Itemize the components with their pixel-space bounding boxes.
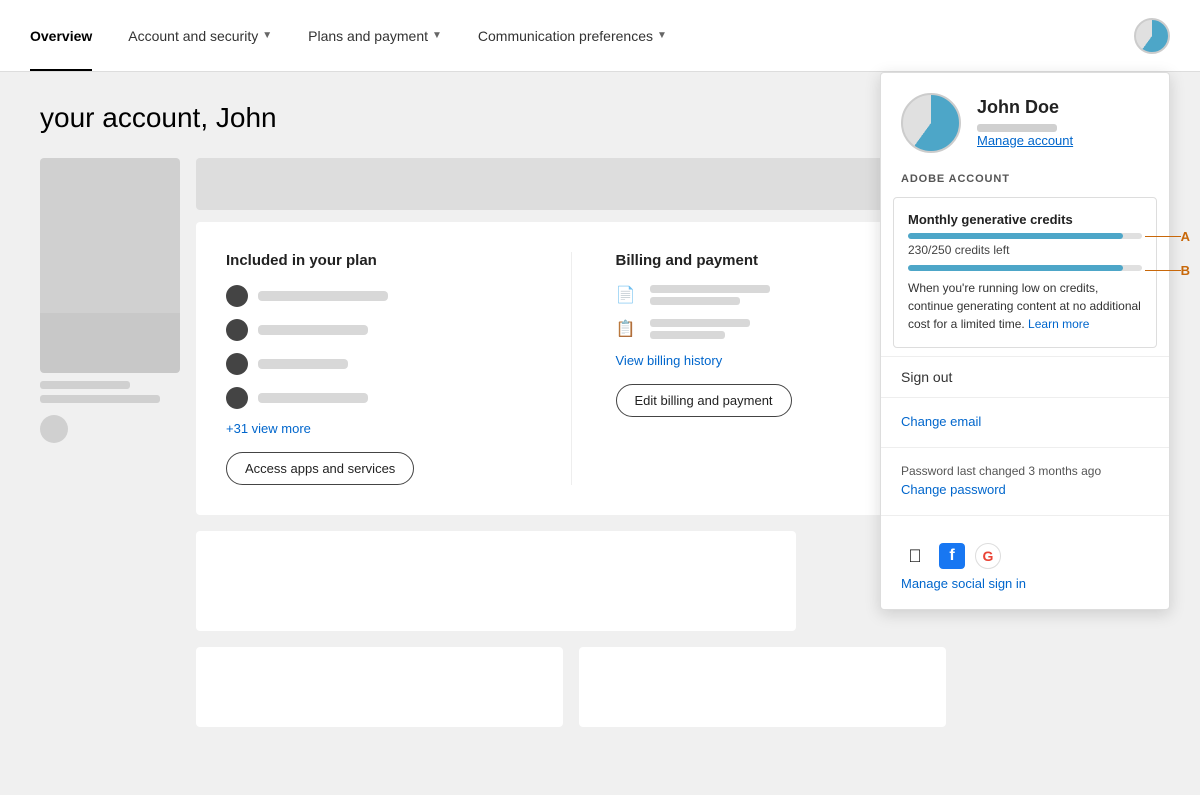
credits-bar-section-b: 230/250 credits left B — [908, 243, 1142, 271]
sign-out-row[interactable]: Sign out — [881, 356, 1169, 397]
bottom-section-2 — [579, 647, 946, 727]
annotation-a-line — [1145, 236, 1181, 237]
google-icon: G — [975, 543, 1001, 569]
plan-dot-3 — [226, 353, 248, 375]
credits-card: Monthly generative credits A 230/250 cre… — [893, 197, 1157, 348]
view-more-link[interactable]: +31 view more — [226, 421, 527, 436]
annotation-b-label: B — [1181, 263, 1190, 278]
side-bar-2 — [40, 395, 160, 403]
nav-plans[interactable]: Plans and payment ▼ — [290, 0, 460, 71]
plan-bar-1 — [258, 291, 388, 301]
credits-bar-section-a: A — [908, 233, 1142, 239]
included-btn-row: Access apps and services — [226, 452, 527, 485]
annotation-b-group: B — [1145, 263, 1190, 278]
side-column — [40, 158, 180, 727]
plan-bar-3 — [258, 359, 348, 369]
nav-account-label: Account and security — [128, 28, 258, 44]
plan-dot-4 — [226, 387, 248, 409]
billing-bar-1a — [650, 285, 770, 293]
panel-avatar — [901, 93, 961, 153]
account-chevron-icon: ▼ — [262, 30, 272, 41]
side-bars — [40, 381, 180, 403]
manage-account-link[interactable]: Manage account — [977, 133, 1073, 148]
billing-icon-1: 📄 — [616, 285, 640, 305]
billing-title: Billing and payment — [616, 252, 917, 269]
nav-account[interactable]: Account and security ▼ — [110, 0, 290, 71]
annotation-a-label: A — [1181, 229, 1190, 244]
nav-overview-label: Overview — [30, 28, 92, 44]
billing-lines-2 — [650, 319, 750, 339]
side-bar-1 — [40, 381, 130, 389]
plan-dot-1 — [226, 285, 248, 307]
credits-title: Monthly generative credits — [908, 212, 1142, 227]
panel-name-bar — [977, 124, 1057, 132]
top-navigation: Overview Account and security ▼ Plans an… — [0, 0, 1200, 72]
billing-item-1: 📄 — [616, 285, 917, 305]
nav-comms-label: Communication preferences — [478, 28, 653, 44]
credits-desc: When you're running low on credits, cont… — [908, 279, 1142, 333]
included-section: Included in your plan — [226, 252, 527, 485]
credits-bar-fill-a — [908, 233, 1123, 239]
access-apps-button[interactable]: Access apps and services — [226, 452, 414, 485]
plan-dot-2 — [226, 319, 248, 341]
billing-bar-2b — [650, 331, 725, 339]
comms-chevron-icon: ▼ — [657, 30, 667, 41]
user-dropdown-panel: John Doe Manage account ADOBE ACCOUNT Mo… — [880, 72, 1170, 610]
plan-item-1 — [226, 285, 527, 307]
plan-item-4 — [226, 387, 527, 409]
included-title: Included in your plan — [226, 252, 527, 269]
panel-user-info: John Doe Manage account — [977, 97, 1073, 150]
sign-out-label: Sign out — [901, 369, 952, 385]
apple-icon:  — [901, 542, 929, 570]
panel-header: John Doe Manage account — [881, 73, 1169, 165]
credits-learn-more[interactable]: Learn more — [1028, 317, 1089, 331]
credits-bar-container-a — [908, 233, 1142, 239]
section-divider — [571, 252, 572, 485]
plan-bar-4 — [258, 393, 368, 403]
adobe-account-label: ADOBE ACCOUNT — [881, 165, 1169, 189]
billing-bar-1b — [650, 297, 740, 305]
edit-billing-button[interactable]: Edit billing and payment — [616, 384, 792, 417]
change-email-link[interactable]: Change email — [901, 414, 1149, 429]
below-placeholder-1 — [196, 531, 796, 631]
bottom-section-1 — [196, 647, 563, 727]
credits-count: 230/250 credits left — [908, 243, 1142, 257]
panel-avatar-wrap — [901, 93, 961, 153]
plan-item-2 — [226, 319, 527, 341]
plans-chevron-icon: ▼ — [432, 30, 442, 41]
credits-desc-text: When you're running low on credits, cont… — [908, 281, 1141, 331]
billing-lines-1 — [650, 285, 770, 305]
content-card: Included in your plan — [196, 222, 946, 515]
billing-btn-row: Edit billing and payment — [616, 384, 917, 417]
below-panel-email: Change email — [881, 397, 1169, 447]
manage-social-link[interactable]: Manage social sign in — [901, 576, 1149, 591]
billing-item-2: 📋 — [616, 319, 917, 339]
side-image-bottom — [40, 313, 180, 373]
billing-icon-2: 📋 — [616, 319, 640, 339]
side-image-top — [40, 158, 180, 313]
below-panel-social:  f G Manage social sign in — [881, 515, 1169, 609]
facebook-icon: f — [939, 543, 965, 569]
billing-bar-2a — [650, 319, 750, 327]
credits-bar-fill-b — [908, 265, 1123, 271]
password-label: Password last changed 3 months ago — [901, 464, 1149, 478]
view-billing-link[interactable]: View billing history — [616, 353, 917, 368]
annotation-a-group: A — [1145, 229, 1190, 244]
bottom-sections — [196, 647, 946, 727]
nav-plans-label: Plans and payment — [308, 28, 428, 44]
nav-overview[interactable]: Overview — [30, 0, 110, 71]
social-icons:  f G — [901, 542, 1149, 570]
side-circle — [40, 415, 68, 443]
panel-user-name: John Doe — [977, 97, 1073, 118]
nav-comms[interactable]: Communication preferences ▼ — [460, 0, 685, 71]
annotation-b-line — [1145, 270, 1181, 271]
change-password-link[interactable]: Change password — [901, 482, 1149, 497]
billing-section: Billing and payment 📄 📋 — [616, 252, 917, 485]
credits-bar-container-b — [908, 265, 1142, 271]
user-avatar[interactable] — [1134, 18, 1170, 54]
plan-item-3 — [226, 353, 527, 375]
plan-bar-2 — [258, 325, 368, 335]
below-panel-password: Password last changed 3 months ago Chang… — [881, 447, 1169, 515]
card-row: Included in your plan — [226, 252, 916, 485]
